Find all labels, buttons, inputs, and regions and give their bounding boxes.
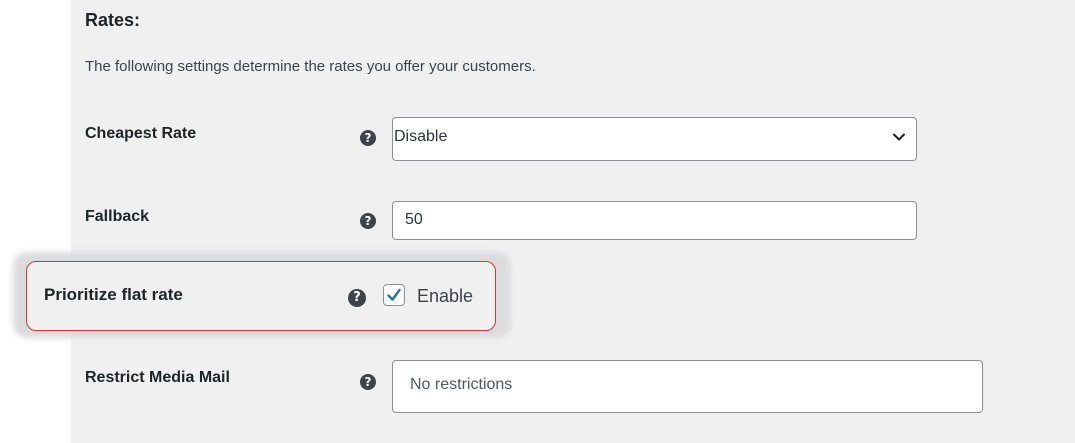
restrict-media-mail-label: Restrict Media Mail — [85, 369, 230, 386]
section-title: Rates: — [85, 10, 141, 30]
question-circle-icon[interactable]: ? — [360, 213, 376, 229]
fallback-value: 50 — [405, 211, 423, 228]
section-description: The following settings determine the rat… — [85, 58, 536, 75]
checkmark-icon — [387, 288, 401, 301]
cheapest-rate-label: Cheapest Rate — [85, 125, 197, 142]
fallback-label: Fallback — [85, 208, 150, 225]
fallback-input[interactable]: 50 — [392, 201, 917, 240]
question-circle-icon[interactable]: ? — [360, 130, 376, 146]
question-circle-icon[interactable]: ? — [360, 374, 376, 390]
prioritize-flat-rate-label: Prioritize flat rate — [44, 285, 183, 304]
chevron-down-icon — [893, 133, 905, 141]
restrict-media-mail-field[interactable]: No restrictions — [392, 360, 983, 413]
restrict-media-mail-value: No restrictions — [410, 376, 513, 393]
cheapest-rate-selected-value: Disable — [394, 128, 448, 145]
question-circle-icon[interactable]: ? — [348, 289, 366, 307]
cheapest-rate-select[interactable]: Disable — [392, 117, 917, 161]
prioritize-flat-rate-highlight: Prioritize flat rate ? Enable — [26, 261, 496, 331]
enable-checkbox-label[interactable]: Enable — [417, 286, 473, 307]
prioritize-flat-rate-checkbox[interactable] — [383, 284, 405, 306]
